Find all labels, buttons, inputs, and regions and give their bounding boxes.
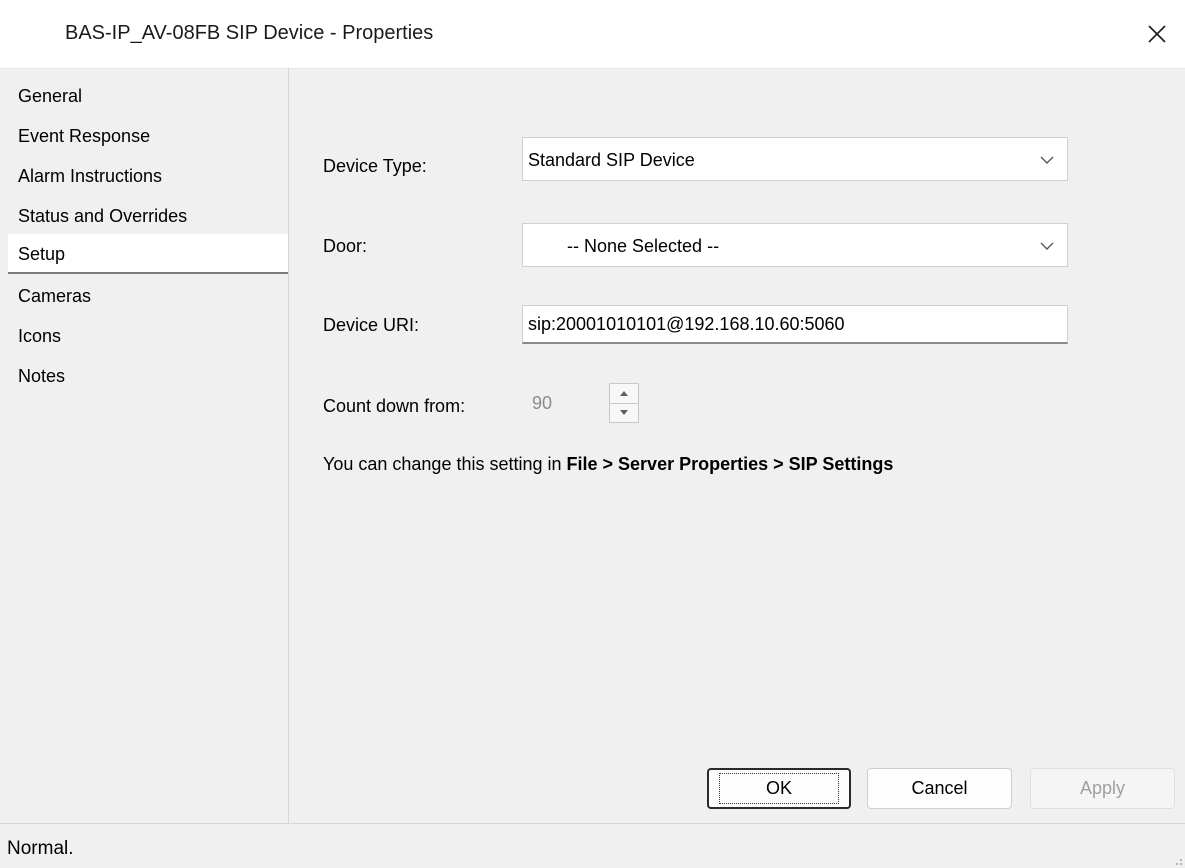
device-uri-label: Device URI: <box>323 315 420 335</box>
sidebar-item-event-response[interactable]: Event Response <box>18 126 150 147</box>
spin-down-button[interactable] <box>610 403 638 422</box>
count-down-field[interactable]: 90 <box>522 383 606 423</box>
device-type-value: Standard SIP Device <box>528 150 695 170</box>
status-bar: Normal. <box>0 823 1185 868</box>
chevron-down-icon <box>1040 156 1054 164</box>
sidebar-item-status-and-overrides[interactable]: Status and Overrides <box>18 206 187 227</box>
sidebar-item-notes[interactable]: Notes <box>18 366 65 387</box>
apply-button[interactable]: Apply <box>1030 768 1175 809</box>
settings-hint-path: File > Server Properties > SIP Settings <box>566 454 894 474</box>
arrow-up-icon <box>620 391 628 396</box>
window-title: BAS-IP_AV-08FB SIP Device - Properties <box>65 22 434 44</box>
status-text: Normal. <box>7 838 74 859</box>
door-dropdown[interactable]: -- None Selected -- <box>522 223 1068 267</box>
device-uri-field <box>522 305 1068 344</box>
resize-grip-icon[interactable] <box>1169 852 1183 866</box>
settings-hint-prefix: You can change this setting in <box>323 454 567 474</box>
chevron-down-icon <box>1040 242 1054 250</box>
sidebar-item-alarm-instructions[interactable]: Alarm Instructions <box>18 166 162 187</box>
arrow-down-icon <box>620 410 628 415</box>
device-uri-input[interactable] <box>523 306 1050 342</box>
close-button[interactable] <box>1129 0 1185 68</box>
close-icon <box>1148 25 1166 43</box>
device-type-dropdown[interactable]: Standard SIP Device <box>522 137 1068 181</box>
spin-up-button[interactable] <box>610 384 638 404</box>
sidebar-item-setup[interactable]: Setup <box>8 234 288 274</box>
title-bar: BAS-IP_AV-08FB SIP Device - Properties <box>0 0 1185 69</box>
count-down-label: Count down from: <box>323 396 466 416</box>
sidebar-item-cameras[interactable]: Cameras <box>18 286 91 307</box>
count-down-stepper <box>609 383 639 423</box>
sidebar: General Event Response Alarm Instruction… <box>8 68 289 823</box>
ok-button-label: OK <box>718 773 839 804</box>
cancel-button[interactable]: Cancel <box>867 768 1012 809</box>
sidebar-item-general[interactable]: General <box>18 86 82 107</box>
settings-hint: You can change this setting in File > Se… <box>323 454 893 475</box>
door-value: -- None Selected -- <box>567 236 720 256</box>
count-down-value: 90 <box>532 393 553 413</box>
device-type-label: Device Type: <box>323 156 427 176</box>
sidebar-item-icons[interactable]: Icons <box>18 326 61 347</box>
ok-button[interactable]: OK <box>707 768 851 809</box>
door-label: Door: <box>323 236 368 256</box>
